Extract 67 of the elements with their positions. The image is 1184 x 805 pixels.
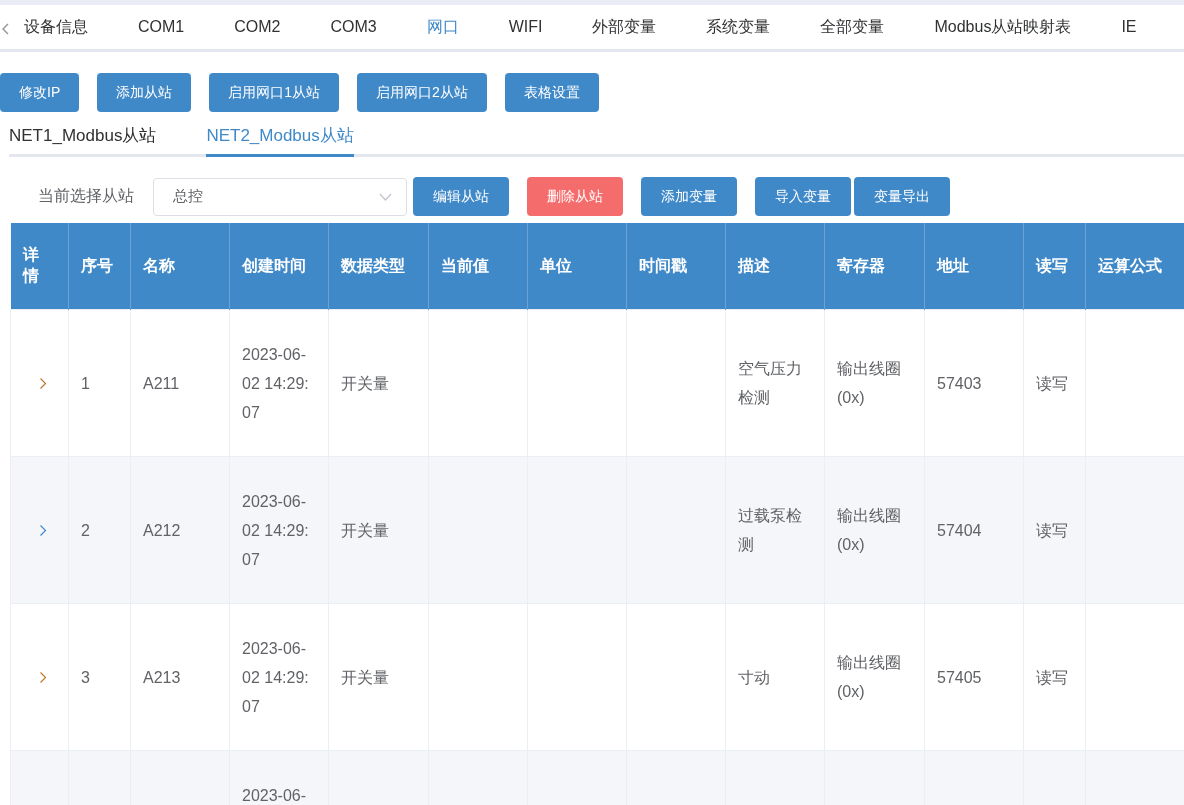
tab[interactable]: COM3 xyxy=(305,5,402,49)
column-header: 读写 xyxy=(1023,223,1086,310)
table-cell-text: 2023-06-02 14:29:07 xyxy=(242,638,310,717)
column-header: 单位 xyxy=(527,223,627,310)
expand-icon[interactable] xyxy=(39,376,47,390)
column-header: 地址 xyxy=(924,223,1024,310)
action-button[interactable]: 修改IP xyxy=(0,73,80,112)
tab[interactable]: IE xyxy=(1096,5,1162,49)
tab[interactable]: 设备信息 xyxy=(16,5,113,49)
slave-action-button[interactable]: 变量导出 xyxy=(854,177,950,216)
table-cell-text: 开关量 xyxy=(341,667,390,688)
table-cell-text: 开关量 xyxy=(341,373,390,394)
tab[interactable]: 外部变量 xyxy=(567,5,682,49)
sub-tab[interactable]: NET2_Modbus从站 xyxy=(206,120,354,157)
table-cell-text: 读写 xyxy=(1036,520,1069,541)
table-cell-text: 空气压力检测 xyxy=(738,359,803,408)
table-cell-text: 2 xyxy=(81,520,91,541)
action-button[interactable]: 启用网口2从站 xyxy=(357,73,487,112)
column-header: 创建时间 xyxy=(229,223,329,310)
tab[interactable]: 网口 xyxy=(401,5,484,49)
expand-icon[interactable] xyxy=(39,523,47,537)
tab[interactable]: Modbus从站映射表 xyxy=(909,5,1097,49)
slave-select[interactable]: 总控 xyxy=(153,177,407,216)
table-cell-text: A212 xyxy=(143,520,182,541)
chevron-down-icon xyxy=(379,192,392,201)
column-header: 序号 xyxy=(68,223,131,310)
table-cell-text: 寸动 xyxy=(738,667,771,688)
table-cell-text: 57405 xyxy=(937,667,983,688)
table-cell-text: 2023-06- xyxy=(242,786,308,805)
column-header: 寄存器 xyxy=(824,223,925,310)
table-cell-text: 3 xyxy=(81,667,91,688)
action-button[interactable]: 启用网口1从站 xyxy=(209,73,340,112)
table-cell-text: 57403 xyxy=(937,373,983,394)
table-cell-text: 读写 xyxy=(1036,373,1069,394)
tab[interactable]: WIFI xyxy=(483,5,568,49)
table-cell-text: A213 xyxy=(143,667,182,688)
slave-action-button[interactable]: 添加变量 xyxy=(641,177,737,216)
column-header: 详情 xyxy=(10,223,69,310)
scroll-left-icon[interactable] xyxy=(2,23,10,35)
column-header: 运算公式 xyxy=(1085,223,1184,310)
table-cell-text: 1 xyxy=(81,373,91,394)
action-button[interactable]: 表格设置 xyxy=(504,73,599,112)
action-button[interactable]: 添加从站 xyxy=(97,73,192,112)
table-cell-text: 输出线圈(0x) xyxy=(837,506,902,555)
slave-action-button[interactable]: 导入变量 xyxy=(755,177,851,216)
table-cell-text: 2023-06-02 14:29:07 xyxy=(242,344,310,423)
column-header: 名称 xyxy=(130,223,230,310)
table-cell-text: 输出线圈(0x) xyxy=(837,653,902,702)
table-cell-text: 过载泵检测 xyxy=(738,506,803,555)
table-cell-text: 读写 xyxy=(1036,667,1069,688)
table-cell-text: A211 xyxy=(143,373,181,394)
tab[interactable]: COM1 xyxy=(113,5,210,49)
table-cell-text: 2023-06-02 14:29:07 xyxy=(242,491,310,570)
column-header: 描述 xyxy=(725,223,825,310)
sub-tab[interactable]: NET1_Modbus从站 xyxy=(9,120,157,157)
table-cell-text: 开关量 xyxy=(341,520,390,541)
tab[interactable]: 系统变量 xyxy=(681,5,796,49)
tab[interactable]: 全部变量 xyxy=(795,5,910,49)
expand-icon[interactable] xyxy=(39,670,47,684)
select-label: 当前选择从站 xyxy=(38,186,134,206)
column-header: 数据类型 xyxy=(328,223,429,310)
tab[interactable]: COM2 xyxy=(209,5,306,49)
table-cell-text: 输出线圈(0x) xyxy=(837,359,902,408)
slave-action-button[interactable]: 编辑从站 xyxy=(413,177,509,216)
table-cell-text: 57404 xyxy=(937,520,983,541)
column-header: 时间戳 xyxy=(626,223,726,310)
column-header: 当前值 xyxy=(428,223,528,310)
